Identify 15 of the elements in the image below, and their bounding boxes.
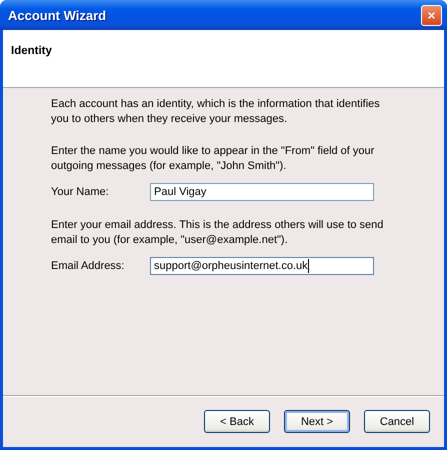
field-label: Email Address: <box>51 260 126 272</box>
field-label: Your Name: <box>51 186 110 198</box>
wizard-button[interactable]: Next > <box>284 410 350 433</box>
description-text: Each account has an identity, which is the information that identifies you to others when they receive your messages. <box>51 97 381 127</box>
instruction-text: Enter the name you would like to appear in the "From" field of your outgoing messages (for example, "John Smith"). <box>51 144 376 174</box>
instruction-text: Enter your email address. This is the address others will use to send email to you (for example, "user@example.net"). <box>51 218 384 248</box>
wizard-button[interactable]: Cancel <box>364 410 430 433</box>
close-icon <box>428 10 435 20</box>
close-button[interactable] <box>421 4 442 26</box>
page-heading: Identity <box>11 45 52 57</box>
text-field[interactable]: support@orpheusinternet.co.uk <box>150 257 374 275</box>
wizard-button[interactable]: < Back <box>204 410 270 433</box>
window-title: Account Wizard <box>8 8 106 22</box>
text-cursor <box>308 259 309 273</box>
text-field[interactable]: Paul Vigay <box>150 183 374 201</box>
